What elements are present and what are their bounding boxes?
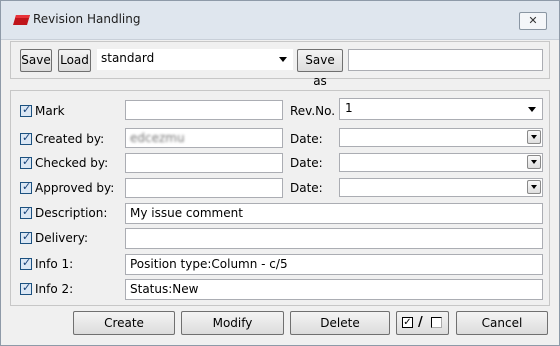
preset-value: standard xyxy=(101,51,155,65)
created-by-input[interactable]: edcezmu xyxy=(125,128,283,148)
checked-by-input[interactable] xyxy=(125,153,283,173)
chevron-down-icon xyxy=(531,160,537,164)
unchecked-box-icon xyxy=(431,317,442,328)
rev-no-label: Rev.No. xyxy=(290,104,336,118)
description-checkbox[interactable]: ✓ xyxy=(20,205,32,219)
date-dropdown-button[interactable] xyxy=(527,130,541,144)
approved-by-checkbox[interactable]: ✓ xyxy=(20,180,32,194)
checked-box-icon: ✓ xyxy=(402,317,413,328)
toggle-separator: / xyxy=(418,315,423,330)
rev-no-dropdown[interactable]: 1 xyxy=(339,98,543,120)
chevron-down-icon xyxy=(531,185,537,189)
approved-date-picker[interactable] xyxy=(339,178,543,197)
chevron-down-icon xyxy=(528,107,536,112)
check-icon: ✓ xyxy=(22,155,32,168)
app-icon xyxy=(13,15,30,25)
check-icon: ✓ xyxy=(22,256,32,269)
rev-no-value: 1 xyxy=(345,101,353,115)
date-dropdown-button[interactable] xyxy=(527,180,541,194)
mark-input[interactable] xyxy=(125,100,283,120)
approved-by-input[interactable] xyxy=(125,178,283,198)
delivery-label: Delivery: xyxy=(35,231,88,245)
delivery-input[interactable] xyxy=(125,228,543,249)
title-bar: Revision Handling ✕ xyxy=(1,1,559,40)
created-by-label: Created by: xyxy=(35,132,105,146)
delivery-checkbox[interactable]: ✓ xyxy=(20,230,32,244)
checked-date-label: Date: xyxy=(290,156,323,170)
mark-label: Mark xyxy=(35,104,65,118)
created-by-checkbox[interactable]: ✓ xyxy=(20,131,32,145)
check-icon: ✓ xyxy=(22,230,32,243)
mark-checkbox[interactable]: ✓ xyxy=(20,103,32,117)
info2-input[interactable]: Status:New xyxy=(125,279,543,300)
checked-by-label: Checked by: xyxy=(35,156,109,170)
create-button[interactable]: Create xyxy=(73,311,175,335)
info1-input[interactable]: Position type:Column - c/5 xyxy=(125,254,543,275)
preset-dropdown[interactable]: standard xyxy=(97,49,293,70)
close-button[interactable]: ✕ xyxy=(519,12,547,30)
created-date-picker[interactable] xyxy=(339,128,543,147)
chevron-down-icon xyxy=(279,57,287,62)
check-icon: ✓ xyxy=(22,103,32,116)
check-icon: ✓ xyxy=(22,205,32,218)
created-date-label: Date: xyxy=(290,132,323,146)
close-icon: ✕ xyxy=(528,14,538,27)
checked-by-checkbox[interactable]: ✓ xyxy=(20,155,32,169)
description-label: Description: xyxy=(35,206,108,220)
chevron-down-icon xyxy=(531,135,537,139)
approved-by-label: Approved by: xyxy=(35,181,115,195)
check-icon: ✓ xyxy=(22,131,32,144)
date-dropdown-button[interactable] xyxy=(527,155,541,169)
info2-label: Info 2: xyxy=(35,282,74,296)
check-icon: ✓ xyxy=(22,281,32,294)
modify-button[interactable]: Modify xyxy=(181,311,284,335)
checked-date-picker[interactable] xyxy=(339,153,543,172)
info2-checkbox[interactable]: ✓ xyxy=(20,281,32,295)
created-by-value: edcezmu xyxy=(130,131,185,145)
description-input[interactable]: My issue comment xyxy=(125,203,543,224)
cancel-button[interactable]: Cancel xyxy=(456,311,548,335)
window-title: Revision Handling xyxy=(33,12,141,26)
info1-checkbox[interactable]: ✓ xyxy=(20,256,32,270)
save-button[interactable]: Save xyxy=(20,49,52,72)
approved-date-label: Date: xyxy=(290,181,323,195)
save-as-name-input[interactable] xyxy=(348,49,543,71)
save-as-button[interactable]: Save as xyxy=(297,49,343,88)
toggle-all-checkboxes-button[interactable]: ✓ / xyxy=(396,311,449,335)
check-icon: ✓ xyxy=(22,180,32,193)
delete-button[interactable]: Delete xyxy=(290,311,390,335)
info1-label: Info 1: xyxy=(35,257,74,271)
revision-handling-dialog: Revision Handling ✕ Save Load standard S… xyxy=(0,0,560,346)
load-button[interactable]: Load xyxy=(58,49,91,72)
